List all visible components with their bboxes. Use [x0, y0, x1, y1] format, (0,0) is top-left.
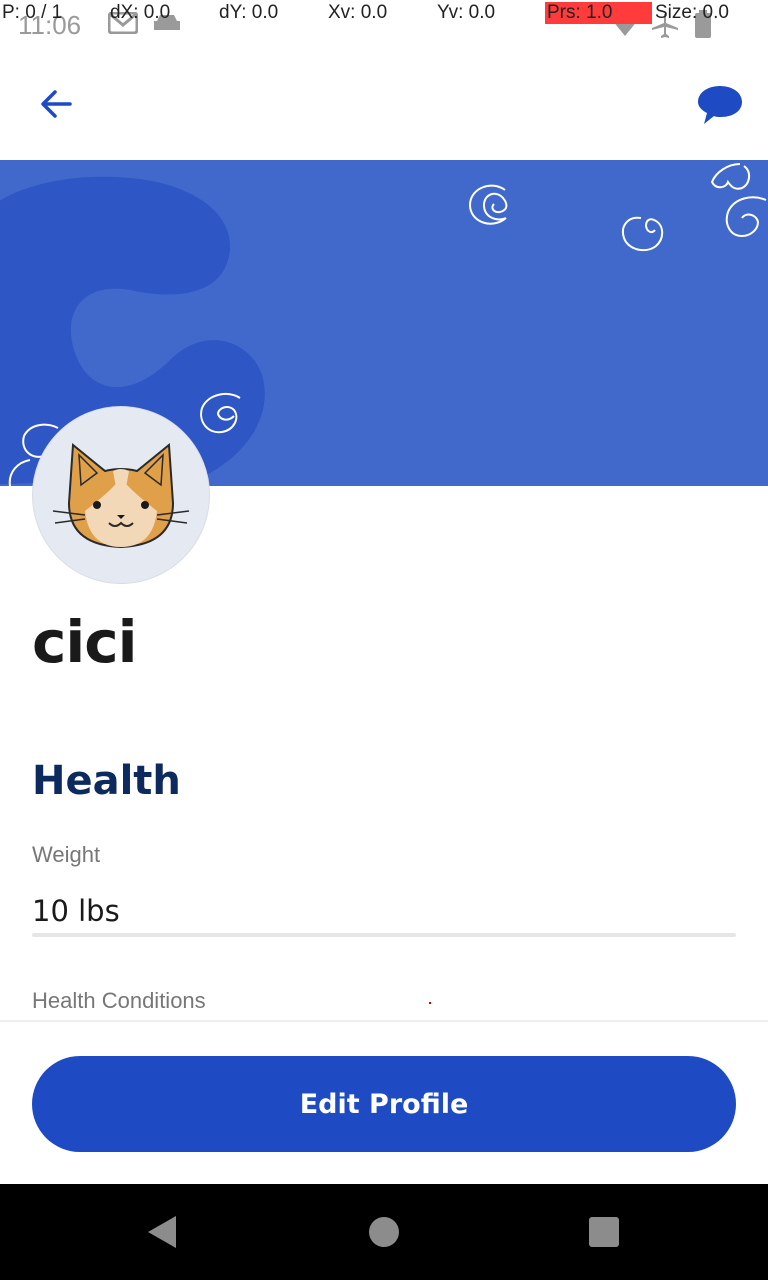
pointer-location-overlay: P: 0 / 1 dX: 0.0 dY: 0.0 Xv: 0.0 Yv: 0.0…: [0, 0, 768, 28]
debug-yv: Yv: 0.0: [437, 2, 496, 23]
nav-recents-icon[interactable]: [589, 1217, 619, 1247]
weight-label: Weight: [32, 842, 101, 867]
debug-dy: dY: 0.0: [219, 2, 279, 23]
cat-face-avatar[interactable]: [32, 406, 210, 584]
health-conditions-label: Health Conditions: [32, 988, 206, 1013]
weight-field-underline: [32, 933, 736, 937]
touch-point-marker: [429, 1002, 431, 1004]
app-bar: [0, 48, 768, 160]
chat-bubble-icon[interactable]: [696, 84, 744, 126]
weight-value[interactable]: 10 lbs: [32, 894, 120, 928]
debug-prs: Prs: 1.0: [545, 2, 653, 24]
nav-home-icon[interactable]: [369, 1217, 399, 1247]
cat-face-icon: [52, 443, 190, 549]
debug-dx: dX: 0.0: [110, 2, 171, 23]
section-title-health: Health: [32, 758, 181, 804]
nav-back-icon[interactable]: [146, 1214, 178, 1250]
debug-xv: Xv: 0.0: [328, 2, 388, 23]
debug-pointer: P: 0 / 1: [2, 2, 63, 23]
pet-name: cici: [32, 608, 138, 676]
arrow-left-icon[interactable]: [36, 84, 76, 124]
debug-size: Size: 0.0: [655, 2, 729, 23]
edit-profile-button[interactable]: Edit Profile: [32, 1056, 736, 1152]
